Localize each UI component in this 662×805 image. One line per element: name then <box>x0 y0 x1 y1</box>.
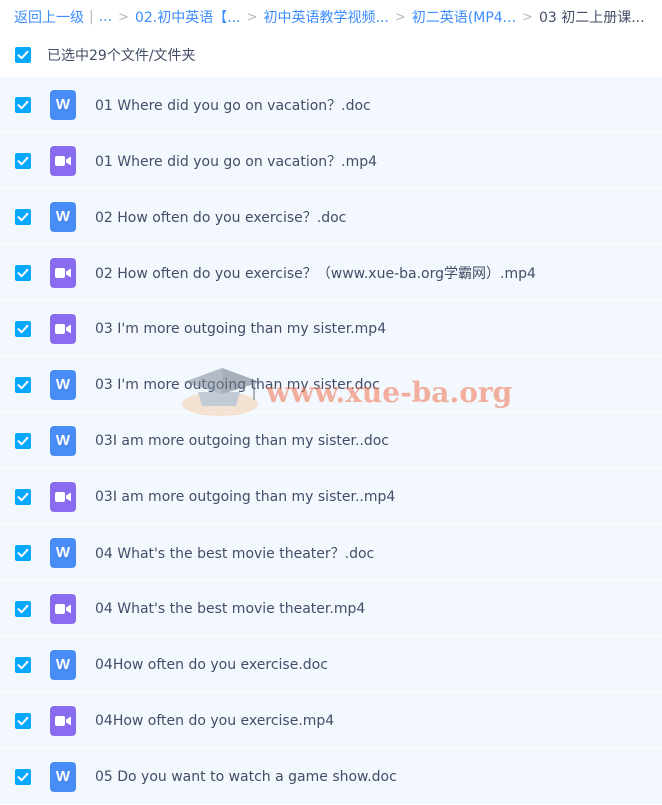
file-name: 02 How often do you exercise？.doc <box>95 209 347 226</box>
breadcrumb: 返回上一级 | ... > 02.初中英语【... > 初中英语教学视频... … <box>0 0 662 34</box>
back-link[interactable]: 返回上一级 <box>14 7 84 27</box>
file-name: 01 Where did you go on vacation？.mp4 <box>95 153 378 170</box>
video-camera-icon <box>55 603 71 614</box>
word-letter: W <box>55 544 71 561</box>
file-checkbox[interactable] <box>15 488 31 505</box>
breadcrumb-item-3[interactable]: 初二英语(MP4... <box>412 7 516 27</box>
file-row[interactable]: W 03I am more outgoing than my sister..do… <box>0 413 662 469</box>
file-row[interactable]: W 04 What's the best movie theater？.doc <box>0 525 662 581</box>
video-file-icon <box>50 313 76 344</box>
word-doc-icon: W <box>50 369 76 400</box>
word-letter: W <box>55 208 71 225</box>
checkmark-icon <box>17 268 29 277</box>
file-name: 04 What's the best movie theater.mp4 <box>95 600 366 617</box>
file-checkbox[interactable] <box>15 264 31 281</box>
file-name: 04How often do you exercise.doc <box>95 656 328 673</box>
selection-count: 已选中29个文件/文件夹 <box>47 48 196 64</box>
file-row[interactable]: W 04How often do you exercise.doc <box>0 637 662 693</box>
word-doc-icon: W <box>50 89 76 120</box>
checkmark-icon <box>17 604 29 613</box>
word-letter: W <box>55 432 71 449</box>
chevron-right-icon: > <box>394 9 406 25</box>
video-camera-icon <box>55 155 71 166</box>
chevron-right-icon: > <box>522 9 533 25</box>
checkmark-icon <box>17 380 29 389</box>
file-checkbox[interactable] <box>15 768 31 785</box>
file-checkbox[interactable] <box>15 376 31 393</box>
breadcrumb-item-1[interactable]: 02.初中英语【... <box>135 7 241 27</box>
file-row[interactable]: 04 What's the best movie theater.mp4 <box>0 581 662 637</box>
video-file-icon <box>50 705 76 736</box>
file-row[interactable]: W 01 Where did you go on vacation？.doc <box>0 77 662 133</box>
file-name: 03I am more outgoing than my sister..mp4 <box>95 488 396 505</box>
file-checkbox[interactable] <box>15 152 31 169</box>
file-checkbox[interactable] <box>15 544 31 561</box>
video-file-icon <box>50 145 76 176</box>
video-camera-icon <box>55 323 71 334</box>
checkmark-icon <box>17 660 29 669</box>
video-file-icon <box>50 593 76 624</box>
file-row[interactable]: 03I am more outgoing than my sister..mp4 <box>0 469 662 525</box>
video-file-icon <box>50 257 76 288</box>
file-name: 01 Where did you go on vacation？.doc <box>95 97 371 114</box>
file-row[interactable]: W 02 How often do you exercise？.doc <box>0 189 662 245</box>
video-camera-icon <box>55 267 71 278</box>
file-checkbox[interactable] <box>15 432 31 449</box>
checkmark-icon <box>17 100 29 109</box>
word-letter: W <box>55 96 71 113</box>
file-name: 02 How often do you exercise？（www.xue-ba… <box>95 265 536 282</box>
word-letter: W <box>55 768 71 785</box>
checkmark-icon <box>17 492 29 501</box>
file-checkbox[interactable] <box>15 600 31 617</box>
checkmark-icon <box>17 156 29 165</box>
checkmark-icon <box>17 716 29 725</box>
video-camera-icon <box>55 491 71 502</box>
checkmark-icon <box>17 50 29 60</box>
word-doc-icon: W <box>50 761 76 792</box>
word-doc-icon: W <box>50 649 76 680</box>
file-list: W 01 Where did you go on vacation？.doc 01 … <box>0 77 662 805</box>
word-doc-icon: W <box>50 201 76 232</box>
file-row[interactable]: W 05 Do you want to watch a game show.doc <box>0 749 662 805</box>
file-checkbox[interactable] <box>15 320 31 337</box>
breadcrumb-ellipsis[interactable]: ... <box>99 9 112 25</box>
video-camera-icon <box>55 715 71 726</box>
file-row[interactable]: 04How often do you exercise.mp4 <box>0 693 662 749</box>
selection-bar: 已选中29个文件/文件夹 <box>0 34 662 76</box>
breadcrumb-divider: | <box>89 9 94 25</box>
file-name: 04 What's the best movie theater？.doc <box>95 545 375 562</box>
file-name: 04How often do you exercise.mp4 <box>95 712 335 729</box>
file-checkbox[interactable] <box>15 712 31 729</box>
select-all-checkbox[interactable] <box>15 47 31 63</box>
breadcrumb-item-2[interactable]: 初中英语教学视频... <box>264 7 389 27</box>
video-file-icon <box>50 481 76 512</box>
file-row[interactable]: 01 Where did you go on vacation？.mp4 <box>0 133 662 189</box>
word-letter: W <box>55 376 71 393</box>
breadcrumb-current: 03 初二上册课... <box>538 10 645 26</box>
chevron-right-icon: > <box>246 9 258 25</box>
checkmark-icon <box>17 548 29 557</box>
checkmark-icon <box>17 212 29 221</box>
chevron-right-icon: > <box>118 9 129 25</box>
file-name: 05 Do you want to watch a game show.doc <box>95 768 397 785</box>
file-name: 03 I'm more outgoing than my sister.mp4 <box>95 320 387 337</box>
file-checkbox[interactable] <box>15 656 31 673</box>
file-row[interactable]: W 03 I'm more outgoing than my sister.doc <box>0 357 662 413</box>
file-checkbox[interactable] <box>15 96 31 113</box>
checkmark-icon <box>17 772 29 781</box>
file-row[interactable]: 03 I'm more outgoing than my sister.mp4 <box>0 301 662 357</box>
word-doc-icon: W <box>50 425 76 456</box>
word-letter: W <box>55 656 71 673</box>
checkmark-icon <box>17 436 29 445</box>
file-name: 03 I'm more outgoing than my sister.doc <box>95 376 380 393</box>
file-checkbox[interactable] <box>15 208 31 225</box>
word-doc-icon: W <box>50 537 76 568</box>
checkmark-icon <box>17 324 29 333</box>
file-row[interactable]: 02 How often do you exercise？（www.xue-ba… <box>0 245 662 301</box>
file-name: 03I am more outgoing than my sister..doc <box>95 432 389 449</box>
